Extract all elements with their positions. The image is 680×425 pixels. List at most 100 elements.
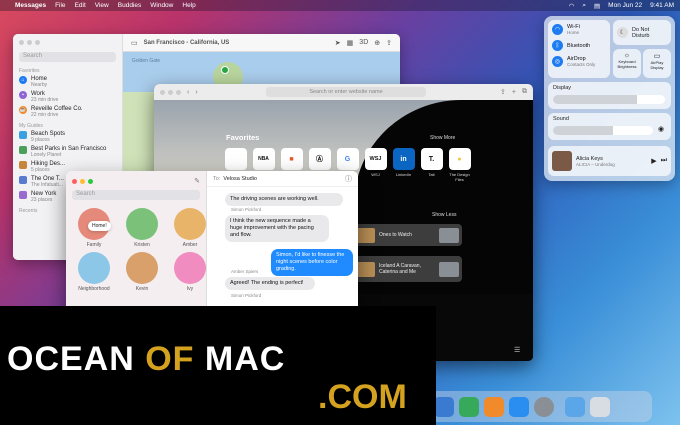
share-icon[interactable]: ⇪ [386,39,392,47]
place-sub: 23 min drive [31,97,59,103]
tabs-icon[interactable]: ⧉ [522,88,527,96]
guide-sub: Lonely Planet [31,152,62,158]
app-store-icon[interactable] [509,396,529,417]
reading-thumb [439,227,459,243]
sender-name: Simon Pickford [231,207,262,212]
window-controls[interactable] [72,178,93,184]
message-bubble[interactable]: Agreed! The ending is perfect! [225,277,315,290]
show-less-link[interactable]: Show Less [432,212,456,218]
guide-sub: The Infatuati... [31,182,63,188]
favorite-label: WSJ [371,172,380,177]
maps-toolbar: ▭ San Francisco - California, US ➤ ▦ 3D … [123,34,400,52]
favorite-item[interactable]: in LinkedIn [392,148,415,182]
keyboard-brightness-button[interactable]: ☼ Keyboard Brightness [613,49,641,78]
dnd-toggle[interactable]: ☾ Do Not Disturb [613,20,671,45]
sound-slider[interactable] [553,126,653,135]
menu-edit[interactable]: Edit [75,2,86,9]
linkedin-logo-icon: in [392,148,415,170]
place-item[interactable]: ▪ Work 23 min drive [19,91,116,103]
maps-search-input[interactable]: Search [19,52,116,62]
guide-thumb-icon [19,161,27,169]
3d-button[interactable]: 3D [359,39,368,46]
tait-logo-icon: T. [420,148,443,170]
window-controls[interactable] [19,40,40,45]
pinned-contact[interactable]: Amber [168,208,212,248]
display-slider-fill [553,95,637,104]
sidebar-toggle-icon[interactable]: ▭ [131,39,138,47]
place-item[interactable]: ⌂ Home Nearby [19,76,116,88]
compose-icon[interactable]: ✎ [194,177,200,185]
airdrop-icon: ◎ [552,56,563,67]
messages-search-input[interactable]: Search [72,190,200,200]
favorite-item[interactable]: ● The Design Files [448,148,471,182]
message-bubble[interactable]: Simon, I'd like to finesse the night sce… [271,249,353,276]
menu-date[interactable]: Mon Jun 22 [608,2,642,9]
favorite-item[interactable]: T. Tait [420,148,443,182]
show-more-link[interactable]: Show More [430,135,455,141]
keyboard-brightness-label: Keyboard Brightness [617,59,637,69]
downloads-folder-icon[interactable] [565,396,585,417]
guide-item[interactable]: Best Parks in San Francisco Lonely Planet [19,146,116,158]
new-tab-icon[interactable]: + [512,89,516,96]
place-item[interactable]: ☕ Reveille Coffee Co. 22 min drive [19,106,116,118]
contact-name: Ivy [186,286,194,292]
nba-logo-icon: NBA [252,148,275,170]
directions-icon[interactable]: ➤ [335,39,341,47]
system-preferences-icon[interactable] [534,396,554,417]
keynote-icon[interactable] [434,396,454,417]
message-bubble[interactable]: The driving scenes are working well. [225,193,343,206]
map-mode-icon[interactable]: ▦ [347,39,354,47]
zoom-icon[interactable]: ⊕ [374,39,380,47]
airdrop-toggle[interactable]: ◎ AirDrop Contacts Only [552,56,606,67]
reading-list-item[interactable]: Ones to Watch [352,224,462,246]
address-bar[interactable]: Search or enter website name [266,87,426,97]
pinned-contact[interactable]: Kevin [120,252,164,292]
reading-thumb [439,261,459,277]
coffee-icon: ☕ [19,106,27,114]
airplay-display-button[interactable]: ▭ AirPlay Display [643,49,671,78]
wifi-toggle[interactable]: ◠ Wi-Fi Home [552,24,606,35]
forward-icon[interactable]: › [195,89,197,96]
guide-item[interactable]: Beach Spots 9 places [19,131,116,143]
window-controls[interactable] [160,89,181,95]
trash-icon[interactable] [590,396,610,417]
display-slider[interactable] [553,95,665,104]
map-label: Golden Gate [131,58,161,64]
pinned-contact[interactable]: Neighborhood [72,252,116,292]
customize-icon[interactable]: ☰ [514,346,520,354]
apple-logo-icon [224,148,247,170]
avatar [126,252,158,284]
favorite-label: LinkedIn [395,172,412,177]
play-icon[interactable]: ▶ [651,157,656,165]
menu-view[interactable]: View [95,2,109,9]
sound-label: Sound [553,116,569,122]
numbers-icon[interactable] [459,396,479,417]
control-center-icon[interactable]: ▤ [594,2,600,10]
back-icon[interactable]: ‹ [187,89,189,96]
info-icon[interactable]: ⓘ [345,174,352,184]
pages-icon[interactable] [484,396,504,417]
recipient-name[interactable]: Velosa Studio [223,176,257,182]
map-pin-icon[interactable] [221,66,229,74]
menu-window[interactable]: Window [150,2,173,9]
skip-forward-icon[interactable]: ⏭ [661,157,667,165]
airplay-audio-icon[interactable]: ◉ [658,125,664,133]
favorite-item[interactable]: WSJ WSJ [364,148,387,182]
menu-buddies[interactable]: Buddies [118,2,142,9]
search-icon[interactable]: ⌕ [582,2,586,10]
reading-list-item[interactable]: Iceland A Caravan, Caterina and Me [352,256,462,282]
now-playing-tile[interactable]: Alicia Keys ALICIA – Underdog ▶ ⏭ [548,146,671,176]
reading-title: Ones to Watch [379,232,412,238]
menu-time[interactable]: 9:41 AM [650,2,674,9]
place-sub: Nearby [31,82,48,88]
pinned-contact[interactable]: Ivy [168,252,212,292]
wifi-network: Home [567,30,580,35]
wifi-status-icon[interactable]: ◠ [569,2,575,10]
menu-help[interactable]: Help [182,2,195,9]
message-bubble[interactable]: I think the new sequence made a huge imp… [225,215,329,242]
pinned-contact[interactable]: Kristen [120,208,164,248]
share-icon[interactable]: ⇪ [500,88,506,96]
menu-app-name[interactable]: Messages [15,2,46,9]
menu-file[interactable]: File [55,2,65,9]
bluetooth-toggle[interactable]: ᛒ Bluetooth [552,40,606,51]
